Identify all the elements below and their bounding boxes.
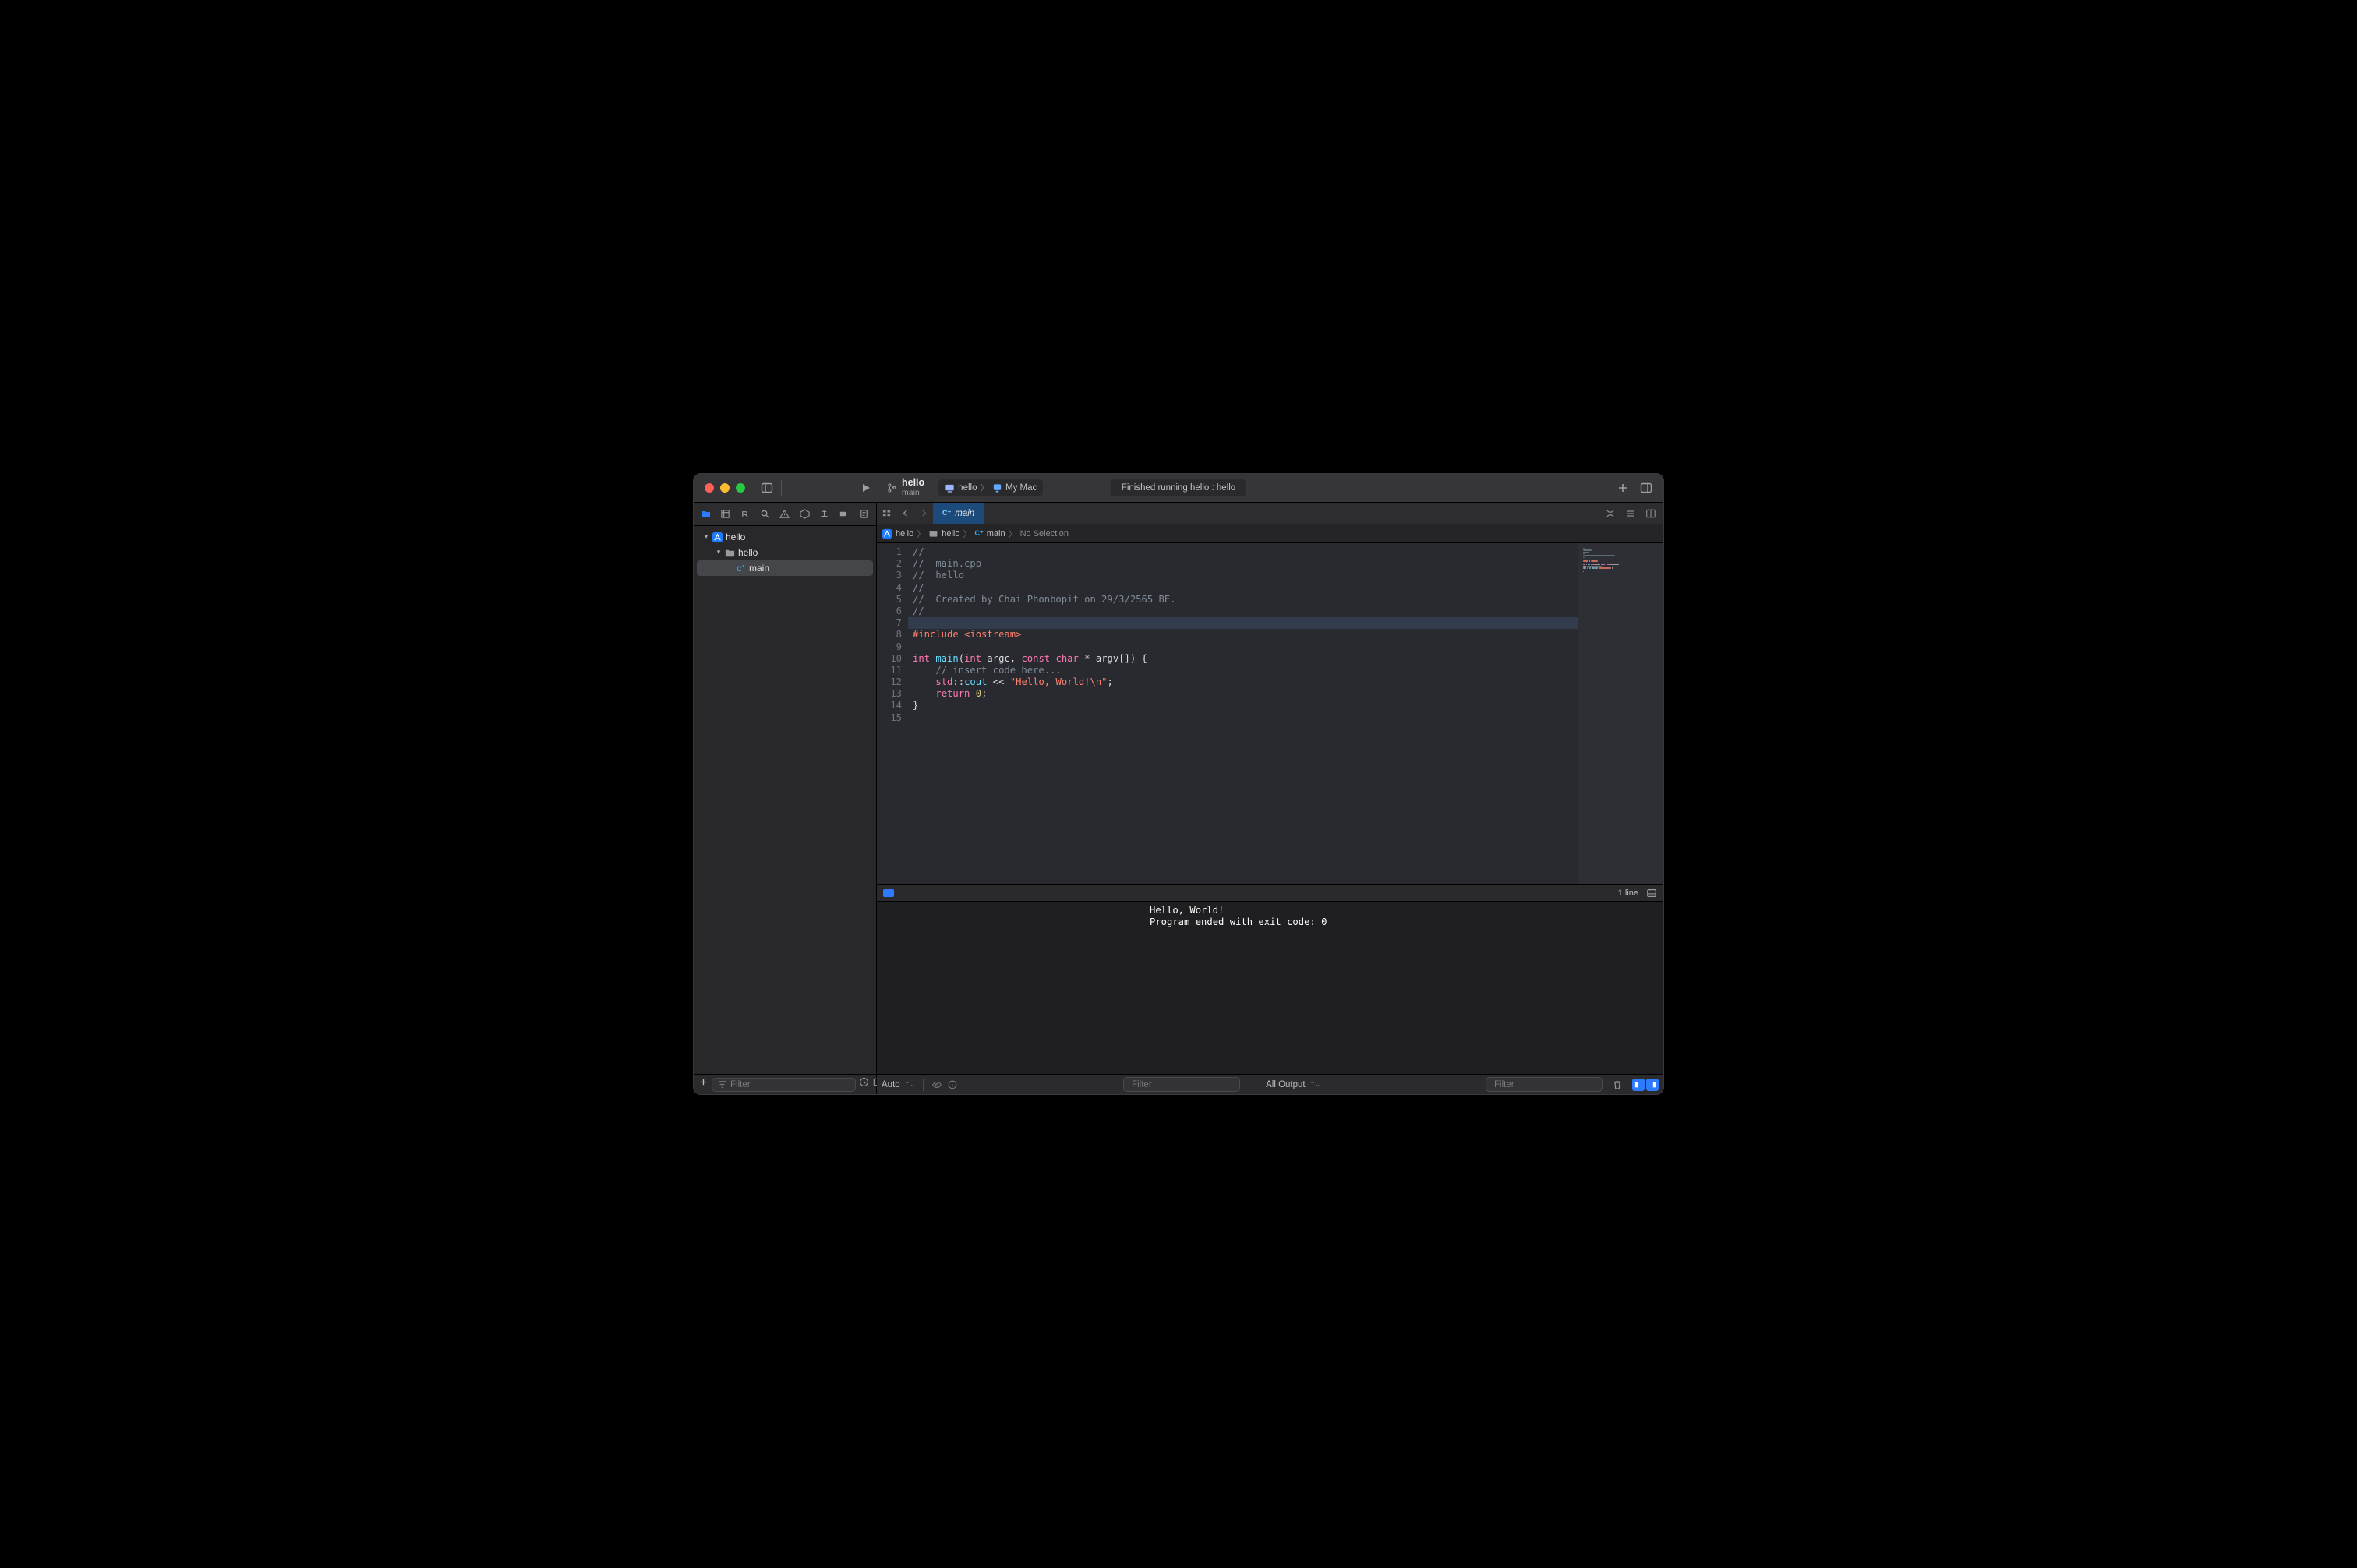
disclosure-triangle-icon[interactable]: ▾ <box>714 548 723 556</box>
console-filter-input[interactable] <box>1494 1080 1614 1089</box>
target-destination-label: My Mac <box>1005 483 1037 493</box>
run-destination-selector[interactable]: hello 〉 My Mac <box>938 479 1043 496</box>
project-navigator-tab[interactable] <box>697 506 715 523</box>
activity-status-text: Finished running hello : hello <box>1122 483 1235 493</box>
variables-scope-selector[interactable]: Auto ⌃⌄ <box>882 1080 915 1089</box>
line-number-gutter: 123456789101112131415 <box>877 543 908 884</box>
close-window-button[interactable] <box>705 483 714 493</box>
navigator-footer <box>694 1074 876 1094</box>
updown-icon: ⌃⌄ <box>1310 1081 1320 1088</box>
editor-tabbar: C⁺ main <box>877 503 1663 524</box>
clear-console-button[interactable] <box>1612 1079 1623 1090</box>
minimap[interactable] <box>1578 543 1663 884</box>
chevron-right-icon: 〉 <box>1009 528 1017 540</box>
xcode-window: hello main hello 〉 My Mac Finished runni… <box>693 473 1664 1095</box>
show-variables-pane-button[interactable] <box>1632 1079 1645 1091</box>
jumpbar-file[interactable]: main <box>987 529 1005 539</box>
editor-tab-label: main <box>955 509 974 518</box>
recent-files-button[interactable] <box>859 1077 869 1093</box>
scheme-branch-name: main <box>902 489 924 498</box>
output-mode-label: All Output <box>1266 1080 1306 1089</box>
variables-filter-input[interactable] <box>1132 1080 1252 1089</box>
folder-icon <box>928 528 938 539</box>
debug-area: 1 line Hello, World! Program ended with … <box>877 884 1663 1094</box>
jumpbar-selection[interactable]: No Selection <box>1020 529 1069 539</box>
debug-navigator-tab[interactable] <box>815 506 833 523</box>
console-inspector-icon[interactable] <box>1646 888 1657 899</box>
jumpbar-folder[interactable]: hello <box>942 529 959 539</box>
updown-icon: ⌃⌄ <box>905 1081 915 1088</box>
add-button[interactable] <box>1612 478 1634 498</box>
separator <box>923 1079 924 1091</box>
titlebar: hello main hello 〉 My Mac Finished runni… <box>694 474 1663 503</box>
code-content[interactable]: //// main.cpp// hello//// Created by Cha… <box>908 543 1578 884</box>
issue-navigator-tab[interactable] <box>776 506 793 523</box>
toggle-authors-button[interactable] <box>1601 505 1620 522</box>
symbol-navigator-tab[interactable] <box>737 506 754 523</box>
add-editor-button[interactable] <box>1641 505 1660 522</box>
jumpbar-project[interactable]: hello <box>896 529 913 539</box>
variables-scope-label: Auto <box>882 1080 900 1089</box>
tree-folder-label: hello <box>738 547 758 558</box>
chevron-right-icon: 〉 <box>963 528 972 540</box>
console-output[interactable]: Hello, World! Program ended with exit co… <box>1143 902 1663 1074</box>
toolbar-separator <box>781 480 782 496</box>
cpp-file-icon: C⁺ <box>975 529 984 538</box>
folder-icon <box>723 546 736 559</box>
go-back-button[interactable] <box>896 505 914 522</box>
xcode-project-icon <box>882 528 892 539</box>
navigator-filter-input[interactable] <box>730 1080 850 1089</box>
console-line-count: 1 line <box>1618 888 1638 898</box>
window-controls <box>694 483 756 493</box>
target-scheme-label: hello <box>958 483 977 493</box>
tree-row-file[interactable]: C⁺ main <box>697 560 873 576</box>
editor-area: C⁺ main hello 〉 <box>877 503 1663 1094</box>
info-icon[interactable] <box>947 1079 958 1090</box>
xcode-project-icon <box>711 531 723 543</box>
cpp-file-icon: C⁺ <box>942 509 951 517</box>
project-tree: ▾ hello ▾ hello C⁺ <box>694 526 876 1074</box>
breakpoint-navigator-tab[interactable] <box>835 506 853 523</box>
debug-footer: Auto ⌃⌄ <box>877 1074 1663 1094</box>
go-forward-button[interactable] <box>914 505 933 522</box>
activity-status: Finished running hello : hello <box>1111 479 1246 496</box>
disclosure-triangle-icon[interactable]: ▾ <box>701 532 711 541</box>
editor-tab-main[interactable]: C⁺ main <box>933 503 984 524</box>
library-button[interactable] <box>1635 478 1657 498</box>
chevron-right-icon: 〉 <box>980 482 989 494</box>
show-console-pane-button[interactable] <box>1646 1079 1659 1091</box>
adjust-editor-options-button[interactable] <box>1621 505 1640 522</box>
related-items-button[interactable] <box>877 505 896 522</box>
scheme-project-name: hello <box>902 478 924 489</box>
navigator-sidebar: ▾ hello ▾ hello C⁺ <box>694 503 877 1094</box>
test-navigator-tab[interactable] <box>796 506 814 523</box>
variables-view[interactable] <box>877 902 1143 1074</box>
debug-bar: 1 line <box>877 885 1663 902</box>
tree-file-label: main <box>749 563 769 574</box>
tree-project-label: hello <box>726 531 745 542</box>
tree-row-folder[interactable]: ▾ hello <box>697 545 873 560</box>
source-control-navigator-tab[interactable] <box>716 506 734 523</box>
navigator-tabbar <box>694 503 876 526</box>
report-navigator-tab[interactable] <box>855 506 873 523</box>
output-mode-selector[interactable]: All Output ⌃⌄ <box>1266 1080 1320 1089</box>
quicklook-icon[interactable] <box>931 1079 942 1090</box>
debug-pane-toggle <box>1632 1079 1659 1091</box>
tree-row-project[interactable]: ▾ hello <box>697 529 873 545</box>
zoom-window-button[interactable] <box>736 483 745 493</box>
cpp-file-icon: C⁺ <box>734 562 747 574</box>
find-navigator-tab[interactable] <box>756 506 774 523</box>
breakpoint-toggle-button[interactable] <box>883 889 894 897</box>
jump-bar[interactable]: hello 〉 hello 〉 C⁺ main 〉 No Selection <box>877 524 1663 543</box>
minimize-window-button[interactable] <box>720 483 730 493</box>
run-button[interactable] <box>855 478 877 498</box>
scheme-selector[interactable]: hello main <box>886 474 924 502</box>
chevron-right-icon: 〉 <box>917 528 925 540</box>
add-files-button[interactable] <box>698 1077 709 1093</box>
filter-icon <box>717 1079 727 1089</box>
source-editor[interactable]: 123456789101112131415 //// main.cpp// he… <box>877 543 1663 884</box>
toggle-left-panel-button[interactable] <box>756 478 778 498</box>
